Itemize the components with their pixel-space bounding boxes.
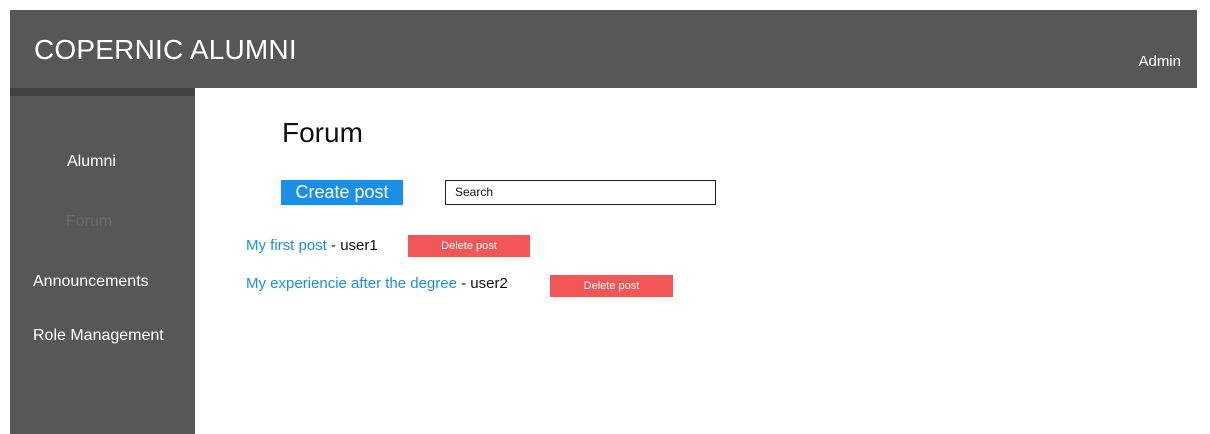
post-author: user2 (470, 275, 508, 292)
sidebar-item-forum[interactable]: Forum (66, 213, 112, 231)
app-title: COPERNIC ALUMNI (34, 34, 297, 65)
sidebar: Alumni Forum Announcements Role Manageme… (10, 88, 195, 434)
sidebar-item-alumni[interactable]: Alumni (67, 153, 116, 171)
post-title-link[interactable]: My first post (246, 237, 327, 254)
top-margin (0, 0, 1210, 10)
post-separator: - (456, 275, 471, 292)
user-menu[interactable]: Admin (1138, 53, 1181, 70)
sidebar-item-announcements[interactable]: Announcements (33, 273, 149, 291)
delete-post-button[interactable]: Delete post (408, 235, 530, 257)
search-input[interactable]: Search (445, 180, 716, 205)
list-item: My first post - user1 (246, 237, 378, 254)
sidebar-item-role-management[interactable]: Role Management (33, 327, 164, 345)
list-item: My experiencie after the degree - user2 (246, 275, 508, 292)
post-separator: - (326, 237, 341, 254)
post-title-link[interactable]: My experiencie after the degree (246, 275, 457, 292)
delete-post-button[interactable]: Delete post (550, 275, 673, 297)
post-author: user1 (340, 237, 378, 254)
page-title: Forum (282, 117, 363, 148)
create-post-button[interactable]: Create post (281, 180, 403, 205)
app-header: COPERNIC ALUMNI Admin (10, 10, 1197, 88)
